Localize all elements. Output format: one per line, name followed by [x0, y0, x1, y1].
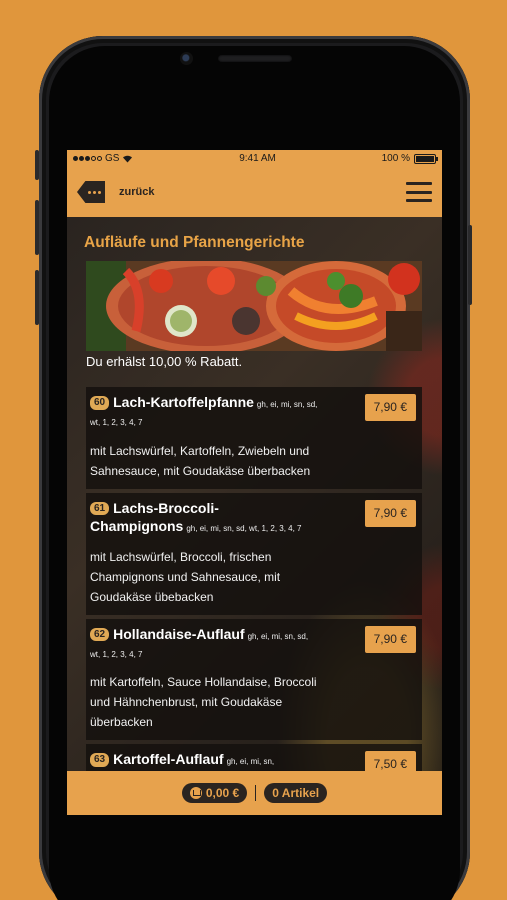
status-bar: GS 9:41 AM 100 % — [67, 150, 442, 167]
item-name: Kartoffel-Auflauf — [113, 751, 224, 768]
item-allergens: gh, ei, mi, sn, sd, wt, 1, 2, 3, 4, 7 — [186, 524, 302, 534]
add-to-cart-price-button[interactable]: 7,90 € — [364, 499, 416, 527]
divider — [255, 785, 257, 801]
signal-icon — [73, 156, 102, 161]
back-tag-icon[interactable] — [77, 181, 105, 203]
cart-count: 0 Artikel — [272, 786, 320, 800]
item-number-badge: 61 — [90, 501, 110, 516]
item-description: mit Lachswürfel, Kartoffeln, Zwiebeln un… — [90, 443, 311, 478]
item-name: Hollandaise-Auflauf — [113, 625, 245, 642]
cart-bar: 0,00 € 0 Artikel — [67, 771, 442, 815]
category-banner-image — [86, 261, 422, 351]
mute-switch — [35, 150, 39, 180]
nav-bar: zurück — [67, 167, 442, 217]
cart-count-button[interactable]: 0 Artikel — [264, 783, 328, 803]
item-allergens: gh, ei, mi, sn, — [226, 757, 275, 767]
discount-text: Du erhälst 10,00 % Rabatt. — [86, 354, 243, 369]
cart-total: 0,00 € — [205, 786, 240, 800]
back-button[interactable]: zurück — [119, 186, 154, 198]
add-to-cart-price-button[interactable]: 7,90 € — [364, 625, 416, 653]
cart-total-button[interactable]: 0,00 € — [181, 783, 248, 803]
item-number-badge: 60 — [90, 396, 110, 410]
add-to-cart-price-button[interactable]: 7,90 € — [364, 394, 416, 421]
cart-icon — [189, 787, 202, 799]
battery-percent: 100 % — [381, 153, 410, 164]
menu-item-list: 60 Lach-Kartoffelpfanne gh, ei, mi, sn, sd… — [86, 387, 422, 800]
volume-up-button — [35, 200, 39, 255]
menu-item[interactable]: 60 Lach-Kartoffelpfanne gh, ei, mi, sn, sd… — [86, 387, 422, 489]
item-description: mit Kartoffeln, Sauce Hollandaise, Brocc… — [90, 675, 317, 730]
menu-item[interactable]: 62 Hollandaise-Auflauf gh, ei, mi, sn, sd,… — [86, 618, 422, 741]
clock: 9:41 AM — [239, 153, 276, 164]
item-number-badge: 63 — [90, 753, 110, 767]
menu-item[interactable]: 61 Lachs-Broccoli-Champignons gh, ei, mi, … — [86, 492, 422, 615]
power-button — [468, 225, 472, 305]
front-camera-icon — [180, 52, 193, 65]
battery-icon — [413, 153, 438, 164]
menu-content[interactable]: Aufläufe und Pfannengerichte Du erhälst … — [67, 217, 442, 797]
speaker-grille — [218, 55, 292, 62]
carrier-label: GS — [105, 153, 120, 164]
menu-icon[interactable] — [406, 182, 432, 202]
item-number-badge: 62 — [90, 627, 110, 642]
volume-down-button — [35, 270, 39, 325]
wifi-icon — [123, 155, 133, 163]
item-description: mit Lachswürfel, Broccoli, frischen Cham… — [90, 549, 281, 604]
category-title: Aufläufe und Pfannengerichte — [84, 234, 305, 251]
item-name: Lach-Kartoffelpfanne — [113, 394, 254, 410]
app-screen: GS 9:41 AM 100 % zurück Aufläufe und Pfa… — [67, 150, 442, 815]
